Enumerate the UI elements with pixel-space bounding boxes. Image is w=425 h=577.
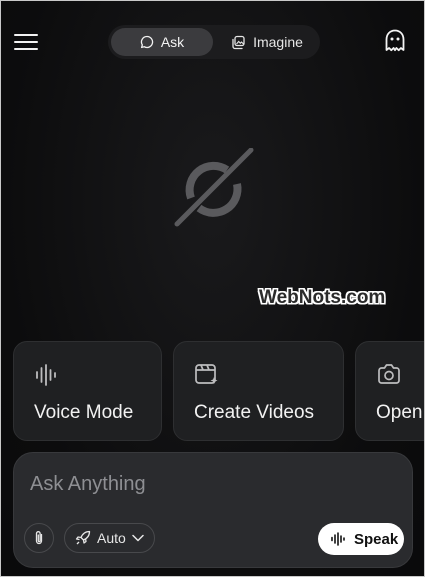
video-sparkle-icon	[194, 362, 220, 388]
voice-mode-card[interactable]: Voice Mode	[13, 341, 162, 441]
ghost-icon[interactable]	[382, 28, 408, 54]
grok-logo	[171, 148, 255, 228]
image-stack-icon	[231, 35, 246, 50]
composer: Ask Anything Auto Speak	[13, 452, 413, 568]
ask-input[interactable]: Ask Anything	[30, 473, 146, 496]
speak-button[interactable]: Speak	[318, 523, 404, 555]
rocket-icon	[75, 530, 91, 546]
tab-imagine-label: Imagine	[253, 34, 303, 50]
hamburger-menu-icon[interactable]	[14, 34, 38, 50]
paperclip-icon	[32, 530, 46, 546]
app-screen: Ask Imagine WebNots.com Voice Mode Creat…	[0, 0, 425, 577]
speak-label: Speak	[354, 530, 399, 548]
chat-bubble-icon	[140, 35, 154, 49]
chevron-down-icon	[132, 534, 144, 542]
watermark-text: WebNots.com	[259, 287, 386, 308]
tab-ask-label: Ask	[160, 34, 185, 50]
camera-icon	[376, 362, 402, 388]
waveform-icon	[330, 531, 346, 547]
create-videos-card[interactable]: Create Videos	[173, 341, 344, 441]
model-selector[interactable]: Auto	[64, 523, 155, 553]
create-videos-label: Create Videos	[194, 402, 315, 423]
model-selector-label: Auto	[97, 530, 126, 546]
open-camera-card[interactable]: Open	[355, 341, 424, 441]
voice-mode-label: Voice Mode	[34, 402, 134, 423]
tab-imagine[interactable]: Imagine	[218, 28, 316, 56]
open-label: Open	[376, 402, 423, 423]
tab-ask[interactable]: Ask	[111, 28, 213, 56]
mode-switch: Ask Imagine	[108, 25, 320, 59]
attach-button[interactable]	[24, 523, 54, 553]
waveform-icon	[34, 362, 60, 388]
